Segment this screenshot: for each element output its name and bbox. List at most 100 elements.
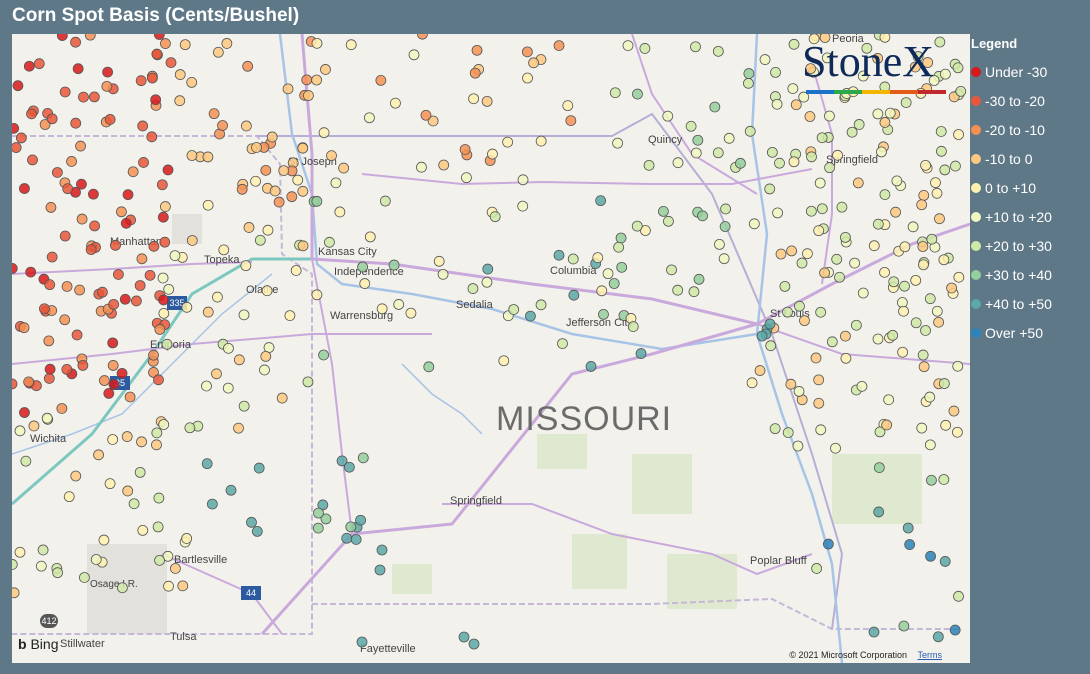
basis-marker[interactable] <box>635 348 647 359</box>
basis-marker[interactable] <box>685 120 697 132</box>
basis-marker[interactable] <box>932 631 944 643</box>
basis-marker[interactable] <box>356 636 368 648</box>
basis-marker[interactable] <box>714 239 725 250</box>
basis-marker[interactable] <box>233 354 245 366</box>
basis-marker[interactable] <box>756 330 768 342</box>
basis-marker[interactable] <box>12 80 24 92</box>
basis-marker[interactable] <box>765 340 777 352</box>
basis-marker[interactable] <box>148 349 159 361</box>
basis-marker[interactable] <box>787 83 799 94</box>
basis-marker[interactable] <box>799 315 810 327</box>
basis-marker[interactable] <box>102 66 114 78</box>
basis-marker[interactable] <box>856 380 868 392</box>
basis-marker[interactable] <box>834 271 845 283</box>
basis-marker[interactable] <box>240 260 252 272</box>
basis-marker[interactable] <box>201 380 212 392</box>
basis-marker[interactable] <box>517 200 529 212</box>
basis-marker[interactable] <box>376 303 388 315</box>
basis-marker[interactable] <box>585 361 597 372</box>
basis-marker[interactable] <box>76 213 88 225</box>
basis-marker[interactable] <box>938 254 950 266</box>
basis-marker[interactable] <box>14 425 26 437</box>
basis-marker[interactable] <box>138 157 149 168</box>
legend-item[interactable]: -10 to 0 <box>971 144 1086 173</box>
basis-marker[interactable] <box>926 474 937 486</box>
basis-marker[interactable] <box>770 66 781 78</box>
basis-marker[interactable] <box>408 49 420 61</box>
basis-marker[interactable] <box>311 195 323 207</box>
basis-marker[interactable] <box>163 580 174 592</box>
basis-marker[interactable] <box>900 97 912 108</box>
basis-marker[interactable] <box>824 162 835 174</box>
basis-marker[interactable] <box>282 83 294 95</box>
basis-marker[interactable] <box>90 554 102 565</box>
basis-marker[interactable] <box>297 240 309 252</box>
basis-marker[interactable] <box>899 241 911 253</box>
legend-item[interactable]: -20 to -10 <box>971 115 1086 144</box>
basis-marker[interactable] <box>840 231 851 243</box>
basis-marker[interactable] <box>872 218 884 230</box>
basis-marker[interactable] <box>502 136 514 148</box>
basis-marker[interactable] <box>324 236 335 248</box>
basis-marker[interactable] <box>56 403 68 414</box>
basis-marker[interactable] <box>206 498 218 510</box>
basis-marker[interactable] <box>744 125 756 137</box>
basis-marker[interactable] <box>553 249 565 261</box>
basis-marker[interactable] <box>393 299 405 310</box>
basis-marker[interactable] <box>840 330 851 342</box>
basis-marker[interactable] <box>79 572 90 583</box>
basis-marker[interactable] <box>759 54 771 65</box>
basis-marker[interactable] <box>39 303 50 315</box>
basis-marker[interactable] <box>853 119 865 130</box>
basis-marker[interactable] <box>946 282 957 294</box>
basis-marker[interactable] <box>433 255 445 267</box>
basis-marker[interactable] <box>952 360 964 372</box>
basis-marker[interactable] <box>311 74 323 86</box>
basis-marker[interactable] <box>222 382 234 394</box>
basis-marker[interactable] <box>61 364 73 375</box>
basis-marker[interactable] <box>467 283 479 294</box>
basis-marker[interactable] <box>312 522 324 534</box>
basis-marker[interactable] <box>904 539 916 550</box>
basis-marker[interactable] <box>144 269 156 281</box>
basis-marker[interactable] <box>59 314 71 326</box>
basis-marker[interactable] <box>771 98 783 110</box>
basis-marker[interactable] <box>154 554 165 566</box>
basis-marker[interactable] <box>273 196 285 208</box>
basis-marker[interactable] <box>174 95 186 107</box>
basis-marker[interactable] <box>223 342 234 354</box>
basis-marker[interactable] <box>535 135 547 147</box>
basis-marker[interactable] <box>66 156 77 167</box>
basis-marker[interactable] <box>690 147 702 159</box>
basis-marker[interactable] <box>51 167 63 178</box>
basis-marker[interactable] <box>364 231 376 243</box>
basis-marker[interactable] <box>772 207 783 219</box>
basis-marker[interactable] <box>815 424 827 436</box>
basis-marker[interactable] <box>260 164 272 176</box>
basis-marker[interactable] <box>379 195 391 207</box>
basis-marker[interactable] <box>357 452 369 464</box>
basis-marker[interactable] <box>208 108 220 120</box>
basis-marker[interactable] <box>857 287 869 299</box>
basis-marker[interactable] <box>955 85 967 97</box>
basis-marker[interactable] <box>43 335 55 347</box>
basis-marker[interactable] <box>345 39 357 51</box>
basis-marker[interactable] <box>924 391 936 403</box>
basis-marker[interactable] <box>764 318 776 330</box>
basis-marker[interactable] <box>852 177 864 189</box>
basis-marker[interactable] <box>872 333 884 345</box>
basis-marker[interactable] <box>918 361 930 373</box>
basis-marker[interactable] <box>19 407 30 418</box>
basis-marker[interactable] <box>461 172 472 184</box>
basis-marker[interactable] <box>311 289 323 301</box>
basis-marker[interactable] <box>423 361 435 373</box>
basis-marker[interactable] <box>481 95 493 107</box>
basis-marker[interactable] <box>811 563 823 574</box>
basis-marker[interactable] <box>359 278 371 289</box>
basis-marker[interactable] <box>218 244 230 256</box>
basis-marker[interactable] <box>931 305 943 317</box>
basis-marker[interactable] <box>950 160 961 172</box>
legend-item[interactable]: Over +50 <box>971 318 1086 347</box>
basis-marker[interactable] <box>134 466 146 478</box>
basis-marker[interactable] <box>157 211 169 223</box>
